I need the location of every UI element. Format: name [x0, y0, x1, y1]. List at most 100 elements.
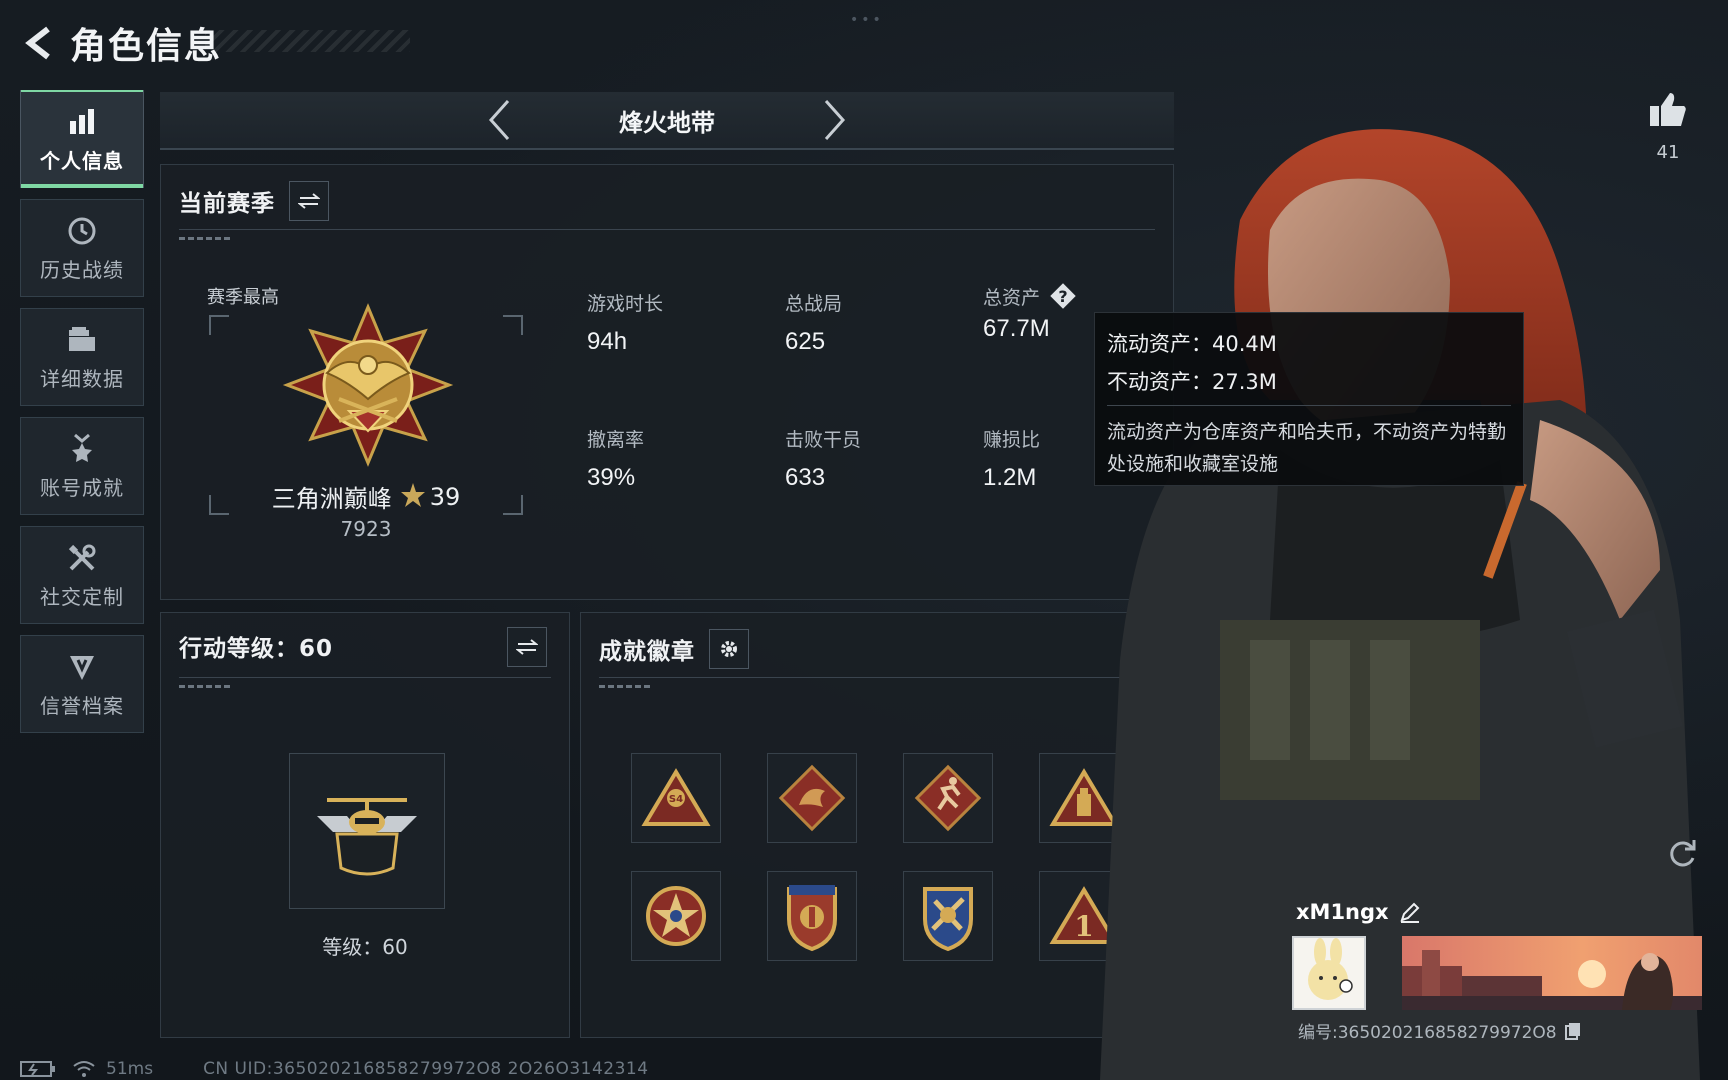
page-title: 角色信息 [70, 26, 223, 67]
profile-banner[interactable] [1402, 936, 1702, 1010]
stat-value: 633 [785, 464, 826, 491]
action-level-header: 行动等级：60 [179, 629, 333, 663]
action-level-panel: 行动等级：60 等级：60 [160, 612, 570, 1038]
sidebar-item-label: 信誉档案 [40, 693, 124, 718]
achievements-settings-button[interactable] [709, 629, 749, 669]
swap-icon [298, 193, 320, 209]
sidebar-item-label: 个人信息 [40, 148, 124, 173]
stat-label: 总战局 [785, 293, 843, 315]
helicopter-badge-icon [317, 798, 417, 876]
stat-label: 总资产 ? [983, 281, 1078, 311]
action-level-title: 行动等级：60 [179, 636, 334, 662]
action-level-badge [289, 753, 445, 909]
history-clock-icon [65, 214, 99, 248]
stat-value: 625 [785, 328, 826, 355]
sidebar-item-detailed-data[interactable]: 详细数据 [20, 308, 144, 406]
sidebar-item-label: 详细数据 [40, 366, 124, 391]
sidebar-item-personal-info[interactable]: 个人信息 [20, 90, 144, 188]
player-name: xM1ngx [1296, 900, 1421, 924]
season-switch-button[interactable] [289, 181, 329, 221]
stat-value: 94h [587, 328, 628, 355]
avatar[interactable] [1292, 936, 1366, 1010]
svg-text:S4: S4 [669, 794, 683, 805]
wrench-shield-badge-icon [923, 887, 973, 952]
player-id-text: 编号:365020216858279972O8 [1298, 1023, 1557, 1043]
achievement-badge[interactable] [903, 871, 993, 961]
folder-icon [65, 323, 99, 357]
sidebar-item-label: 社交定制 [40, 584, 124, 609]
s4-triangle-badge-icon: S4 [641, 768, 711, 826]
rabbit-avatar-icon [1308, 938, 1353, 1000]
sidebar-item-history[interactable]: 历史战绩 [20, 199, 144, 297]
edit-pencil-icon[interactable] [1399, 901, 1421, 923]
stat-extract-rate: 撤离率 39% [587, 425, 644, 492]
stat-profit-loss: 赚损比 1.2M [983, 425, 1040, 492]
tooltip-fixed-assets: 不动资产：27.3M [1107, 370, 1277, 394]
stat-label-text: 总资产 [983, 286, 1041, 309]
divider-ticks [599, 685, 651, 688]
swap-icon [516, 639, 538, 655]
action-level-switch-button[interactable] [507, 627, 547, 667]
title-decoration [205, 30, 410, 52]
sidebar-item-social-custom[interactable]: 社交定制 [20, 526, 144, 624]
reputation-shield-icon [65, 650, 99, 684]
achievement-badge[interactable] [767, 871, 857, 961]
divider [179, 229, 1155, 230]
uid-text: CN UID:365020216858279972O8 2O26O3142314 [203, 1059, 649, 1079]
achievement-badge[interactable]: S4 [631, 753, 721, 843]
stat-play-time: 游戏时长 94h [587, 289, 663, 356]
sidebar-item-label: 历史战绩 [40, 257, 124, 282]
rank-score: 7923 [340, 517, 392, 541]
svg-text:1: 1 [1074, 910, 1093, 943]
ping-value: 51ms [106, 1059, 154, 1079]
star-round-badge-icon [646, 886, 706, 946]
stat-operators-defeated: 击败干员 633 [785, 425, 861, 492]
mode-prev-button[interactable] [479, 96, 519, 144]
help-icon[interactable]: ? [1048, 281, 1078, 311]
divider [599, 677, 1155, 678]
rank-line: 三角洲巅峰 39 [209, 479, 523, 514]
top-dots-decoration: ••• [850, 12, 884, 28]
achievements-panel: 成就徽章 S4 1 [580, 612, 1174, 1038]
sidebar-item-reputation[interactable]: 信誉档案 [20, 635, 144, 733]
action-level-text: 等级：60 [322, 935, 408, 959]
star-icon [400, 482, 426, 512]
achievement-badge[interactable] [631, 871, 721, 961]
copy-icon[interactable] [1564, 1022, 1581, 1040]
season-best-label: 赛季最高 [207, 287, 279, 308]
achievements-title: 成就徽章 [599, 639, 695, 665]
rank-medal-icon [279, 303, 457, 468]
dragon-diamond-badge-icon [778, 764, 846, 832]
runner-diamond-badge-icon [914, 764, 982, 832]
season-panel: 当前赛季 赛季最高 三角洲巅峰 39 7923 游戏时长 94h 总战局 625… [160, 164, 1174, 600]
sidebar-item-achievements[interactable]: 账号成就 [20, 417, 144, 515]
thumbs-up-icon[interactable] [1648, 90, 1688, 130]
gear-icon [721, 641, 737, 657]
stat-total-assets: 总资产 ? 67.7M [983, 281, 1078, 343]
achievement-medal-icon [65, 432, 99, 466]
stat-total-matches: 总战局 625 [785, 289, 842, 356]
achievement-badge[interactable] [767, 753, 857, 843]
season-panel-header: 当前赛季 [179, 181, 329, 221]
stat-label: 游戏时长 [587, 293, 664, 315]
tooltip-liquid-assets: 流动资产：40.4M [1107, 332, 1277, 356]
achievement-badge[interactable] [903, 753, 993, 843]
rotate-icon[interactable] [1664, 836, 1700, 872]
svg-text:?: ? [1058, 287, 1067, 306]
rank-stars-count: 39 [429, 482, 461, 511]
stat-label: 赚损比 [983, 429, 1041, 451]
wifi-icon [72, 1060, 96, 1078]
sidebar-item-label: 账号成就 [40, 475, 124, 500]
back-arrow-icon[interactable] [20, 23, 60, 63]
stat-value: 67.7M [983, 315, 1050, 342]
achievements-header: 成就徽章 [599, 629, 749, 669]
mode-next-button[interactable] [815, 96, 855, 144]
assets-tooltip: 流动资产：40.4M 不动资产：27.3M 流动资产为仓库资产和哈夫币，不动资产… [1094, 312, 1524, 486]
stat-value: 39% [587, 464, 636, 491]
divider-ticks [179, 685, 231, 688]
shield-stars-badge-icon [787, 885, 837, 952]
sidebar: 个人信息 历史战绩 详细数据 账号成就 社交定制 信誉档案 [20, 90, 144, 744]
rank-name: 三角洲巅峰 [271, 485, 392, 513]
divider-ticks [179, 237, 231, 240]
character-portrait [1100, 100, 1728, 1080]
